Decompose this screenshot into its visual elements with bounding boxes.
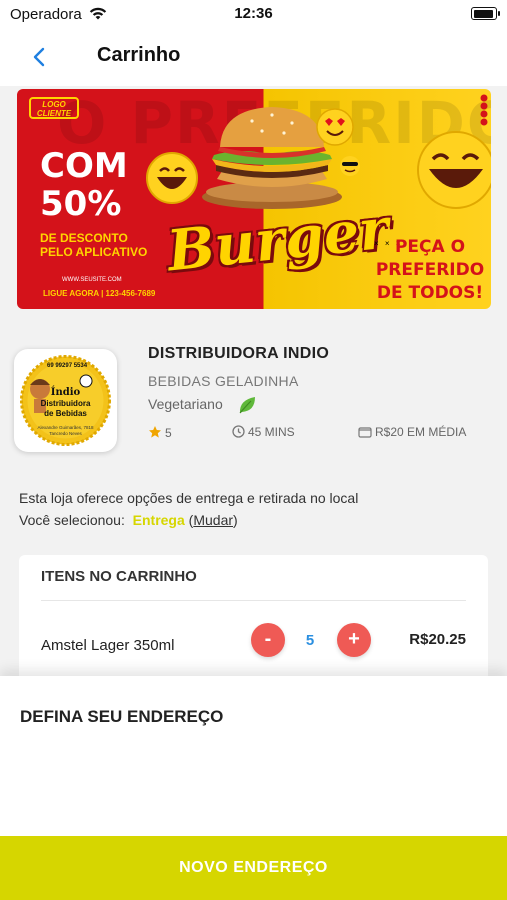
delivery-selection: Você selecionou: Entrega (Mudar) [19,509,358,531]
emoji-cool-icon [340,156,360,176]
store-logo-phone: 69 99297 5534 [47,363,88,369]
cart-item-price: R$20.25 [409,631,466,648]
address-sheet: DEFINA SEU ENDEREÇO NOVO ENDEREÇO [0,676,507,900]
delivery-change-close: ) [233,512,238,528]
emoji-love-icon [316,108,354,146]
banner-promo-sub: DE DESCONTO PELO APLICATIVO [40,231,147,259]
store-logo-name1: Índio [50,387,81,398]
delivery-selected-mode: Entrega [132,512,185,528]
clock: 12:36 [234,5,273,22]
store-logo-name3: de Bebidas [44,409,87,418]
banner-promo-sub1: DE DESCONTO [40,231,128,245]
banner-cta: PEÇA O PREFERIDO DE TODOS! [375,236,485,305]
store-name: DISTRIBUIDORA INDIO [148,345,330,362]
banner-website: WWW.SEUSITE.COM [62,277,122,283]
banner-promo-headline: COM 50% [40,147,128,223]
store-subtitle: BEBIDAS GELADINHA [148,373,299,389]
banner-cta-line3: DE TODOS! [376,283,484,303]
divider [41,600,466,601]
store-rating-value: 5 [165,426,172,440]
banner-cta-line2: PREFERIDO [375,260,485,280]
store-delivery-time-value: 45 MINS [248,425,295,439]
status-bar: Operadora 12:36 [0,0,507,28]
decrease-quantity-button[interactable]: - [251,623,285,657]
address-sheet-title: DEFINA SEU ENDEREÇO [20,707,224,726]
chevron-left-icon [33,47,45,67]
back-button[interactable] [26,42,56,72]
change-delivery-link[interactable]: Mudar [193,512,233,528]
clock-icon [232,425,245,438]
store-avg-price: R$20 EM MÉDIA [358,425,466,439]
store-rating: 5 [148,425,172,440]
store-logo-address1: Alexandre Guimarães, 7818 [37,425,94,430]
battery-icon [471,7,500,20]
banner-promo-sub2: PELO APLICATIVO [40,245,148,259]
cart-item-quantity: 5 [305,632,315,649]
cart-card: ITENS NO CARRINHO Amstel Lager 350ml - 5… [19,555,488,695]
store-logo-name2: Distribuidora [40,399,91,408]
social-icons [480,94,488,126]
delivery-info: Esta loja oferece opções de entrega e re… [19,487,358,531]
banner-cta-line1: PEÇA O [394,237,466,257]
leaf-icon [239,397,255,414]
promo-banner[interactable]: O PREFERIDO LOGO CLIENTE COM 50% DE DESC… [17,89,491,309]
store-avg-price-value: R$20 EM MÉDIA [375,425,467,439]
banner-promo-line1: COM [40,146,128,186]
emoji-laugh-right-icon [417,131,491,209]
banner-phone: LIGUE AGORA | 123-456-7689 [43,289,156,298]
store-logo-address2: Tancredo Neves [49,431,82,436]
store-delivery-time: 45 MINS [232,425,295,439]
nav-bar: Carrinho [0,28,507,86]
new-address-button[interactable]: NOVO ENDEREÇO [0,836,507,900]
wallet-icon [358,427,372,438]
delivery-selected-label: Você selecionou: [19,512,125,528]
banner-logo: LOGO CLIENTE [29,97,79,119]
delivery-options-text: Esta loja oferece opções de entrega e re… [19,490,359,506]
banner-promo-line2: 50% [40,184,122,224]
cart-item-name: Amstel Lager 350ml [41,637,175,654]
star-icon [149,426,161,438]
page-title: Carrinho [97,44,181,66]
cart-title: ITENS NO CARRINHO [41,568,197,585]
emoji-laugh-left-icon [146,152,198,204]
increase-quantity-button[interactable]: + [337,623,371,657]
store-info: 69 99297 5534 Índio Distribuidora de Beb… [0,330,507,460]
store-category: Vegetariano [148,396,223,412]
store-logo: 69 99297 5534 Índio Distribuidora de Beb… [14,349,117,452]
